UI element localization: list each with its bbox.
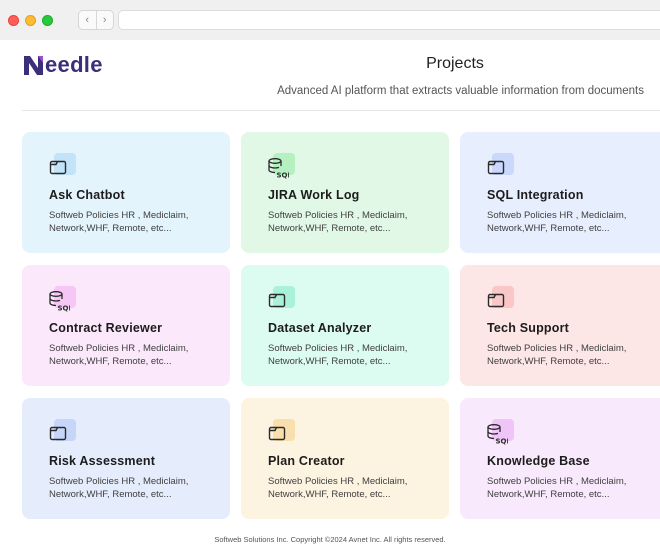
- project-card[interactable]: Dataset Analyzer Softweb Policies HR , Me…: [241, 265, 449, 386]
- project-description: Softweb Policies HR , Mediclaim, Network…: [49, 476, 189, 500]
- project-description: Softweb Policies HR , Mediclaim, Network…: [487, 210, 627, 234]
- minimize-window-button[interactable]: [25, 15, 36, 26]
- project-description: Softweb Policies HR , Mediclaim, Network…: [487, 343, 627, 367]
- folder-icon: [267, 417, 297, 447]
- maximize-window-button[interactable]: [42, 15, 53, 26]
- browser-chrome: ‹ ›: [0, 0, 660, 40]
- needle-logo-icon: [24, 56, 43, 75]
- project-title: Plan Creator: [268, 454, 345, 468]
- project-description: Softweb Policies HR , Mediclaim, Network…: [49, 210, 189, 234]
- close-window-button[interactable]: [8, 15, 19, 26]
- project-title: Knowledge Base: [487, 454, 590, 468]
- project-card[interactable]: SQL JIRA Work Log Softweb Policies HR , Me…: [241, 132, 449, 253]
- project-card[interactable]: SQL Knowledge Base Softweb Policies HR , M…: [460, 398, 660, 519]
- project-card[interactable]: SQL Contract Reviewer Softweb Policies HR …: [22, 265, 230, 386]
- needle-logo[interactable]: eedle: [22, 51, 103, 79]
- project-title: Dataset Analyzer: [268, 321, 372, 335]
- project-description: Softweb Policies HR , Mediclaim, Network…: [268, 210, 408, 234]
- address-bar[interactable]: [118, 10, 660, 30]
- project-card[interactable]: Tech Support Softweb Policies HR , Medicl…: [460, 265, 660, 386]
- svg-text:SQL: SQL: [496, 438, 509, 446]
- project-card[interactable]: SQL Integration Softweb Policies HR , Med…: [460, 132, 660, 253]
- project-title: Risk Assessment: [49, 454, 156, 468]
- sql-database-icon: SQL: [486, 417, 516, 447]
- chevron-right-icon[interactable]: ›: [95, 11, 114, 29]
- page-subtitle: Advanced AI platform that extracts valua…: [277, 85, 644, 97]
- logo-text: eedle: [45, 52, 103, 77]
- chevron-left-icon[interactable]: ‹: [79, 11, 96, 29]
- app-window: ‹ › eedle Projects Advanced AI platform …: [0, 0, 660, 560]
- sql-database-icon: SQL: [48, 284, 78, 314]
- project-title: Tech Support: [487, 321, 570, 335]
- project-card[interactable]: Ask Chatbot Softweb Policies HR , Medicla…: [22, 132, 230, 253]
- folder-icon: [48, 151, 78, 181]
- svg-text:SQL: SQL: [277, 172, 290, 180]
- project-card[interactable]: Plan Creator Softweb Policies HR , Medicl…: [241, 398, 449, 519]
- project-title: Contract Reviewer: [49, 321, 163, 335]
- sql-database-icon: SQL: [267, 151, 297, 181]
- page-title: Projects: [426, 55, 484, 72]
- footer-copyright: Softweb Solutions Inc. Copyright ©2024 A…: [214, 535, 446, 544]
- project-title: SQL Integration: [487, 188, 584, 202]
- header-divider: [22, 110, 660, 111]
- project-description: Softweb Policies HR , Mediclaim, Network…: [487, 476, 627, 500]
- history-nav: ‹ ›: [78, 10, 114, 30]
- project-title: JIRA Work Log: [268, 188, 360, 202]
- folder-icon: [486, 151, 516, 181]
- project-description: Softweb Policies HR , Mediclaim, Network…: [268, 476, 408, 500]
- project-title: Ask Chatbot: [49, 188, 125, 202]
- folder-icon: [486, 284, 516, 314]
- svg-text:SQL: SQL: [58, 305, 71, 313]
- folder-icon: [267, 284, 297, 314]
- project-description: Softweb Policies HR , Mediclaim, Network…: [49, 343, 189, 367]
- folder-icon: [48, 417, 78, 447]
- project-description: Softweb Policies HR , Mediclaim, Network…: [268, 343, 408, 367]
- project-card[interactable]: Risk Assessment Softweb Policies HR , Med…: [22, 398, 230, 519]
